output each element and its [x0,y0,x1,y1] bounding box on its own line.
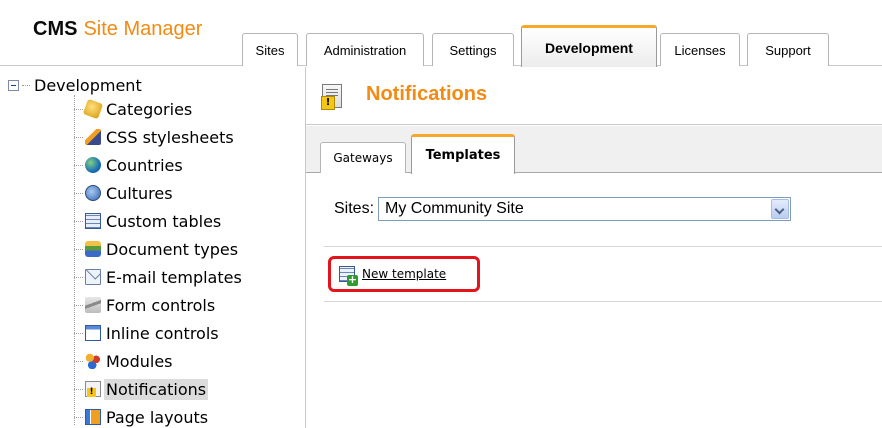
tree-item-inline-controls[interactable]: Inline controls [74,319,244,347]
chevron-down-icon[interactable] [771,199,790,219]
new-template-link[interactable]: New template [362,267,446,281]
notification-icon [321,84,342,110]
inline-controls-icon [85,325,101,341]
modules-icon [85,353,101,369]
new-template-highlight: New template [328,256,480,292]
tree-item-label: Page layouts [106,407,209,427]
notification-icon [85,381,101,397]
css-stylesheets-icon [85,129,101,145]
tree-item-label: Modules [106,351,173,371]
divider [324,301,882,302]
table-icon [85,213,101,229]
globe-icon [85,157,101,173]
sites-label: Sites: [334,200,375,217]
title-bar: Notifications [306,67,882,125]
tree-item-form-controls[interactable]: Form controls [74,291,244,319]
collapse-icon[interactable] [8,79,19,91]
page-layouts-icon [85,409,101,425]
tree-item-label: Inline controls [106,323,219,343]
tab-administration[interactable]: Administration [306,33,424,66]
tree-item-page-layouts[interactable]: Page layouts [74,403,244,428]
templates-content: Sites: My Community Site New template [306,174,882,428]
form-controls-icon [85,297,101,313]
tree-item-label: Countries [106,155,183,175]
envelope-icon [85,269,101,285]
tree-list: Categories CSS stylesheets Countries Cul… [74,95,244,428]
tree-item-label: Cultures [106,183,173,203]
cultures-globe-icon [85,185,101,201]
tab-support[interactable]: Support [747,33,829,66]
page-title: Notifications [366,83,488,105]
tree-item-label: Categories [106,99,193,119]
tree-item-countries[interactable]: Countries [74,151,244,179]
categories-icon [82,98,104,120]
tree-item-label: Form controls [106,295,216,315]
sites-dropdown[interactable]: My Community Site [378,197,792,221]
tree-root-label: Development [34,75,142,95]
tree-item-label: E-mail templates [106,267,242,287]
tab-gateways[interactable]: Gateways [320,142,406,173]
logo-site-manager: Site Manager [83,18,203,40]
tab-templates[interactable]: Templates [411,134,515,174]
tree-item-document-types[interactable]: Document types [74,235,244,263]
tree-item-label: Notifications [104,378,209,400]
tree-item-label: Document types [106,239,239,259]
logo-cms: CMS [33,18,78,40]
tree-item-custom-tables[interactable]: Custom tables [74,207,244,235]
sites-dropdown-value: My Community Site [385,200,524,217]
tab-licenses[interactable]: Licenses [660,33,740,66]
tree-item-categories[interactable]: Categories [74,95,244,123]
app-logo: CMS Site Manager [33,18,202,41]
tree-item-label: Custom tables [106,211,222,231]
divider [324,246,882,247]
sites-filter: Sites: My Community Site [334,197,792,221]
tab-development[interactable]: Development [521,25,657,67]
tree-item-notifications[interactable]: Notifications [74,375,244,403]
tree-item-label: CSS stylesheets [106,127,234,147]
top-header: CMS Site Manager Sites Administration Set… [0,0,882,67]
tree-connector [22,84,30,86]
tree-root-development[interactable]: Development [8,75,142,95]
tab-sites[interactable]: Sites [242,33,298,66]
document-types-icon [85,241,101,257]
main-panel: Notifications Gateways Templates Sites: … [306,67,882,428]
add-template-icon[interactable] [339,266,358,286]
tree-item-modules[interactable]: Modules [74,347,244,375]
subtabs: Gateways Templates [306,126,882,174]
development-tree: Development Categories CSS stylesheets C… [0,67,306,428]
tree-item-email-templates[interactable]: E-mail templates [74,263,244,291]
tab-settings[interactable]: Settings [432,33,514,66]
tree-item-cultures[interactable]: Cultures [74,179,244,207]
tree-item-css-stylesheets[interactable]: CSS stylesheets [74,123,244,151]
